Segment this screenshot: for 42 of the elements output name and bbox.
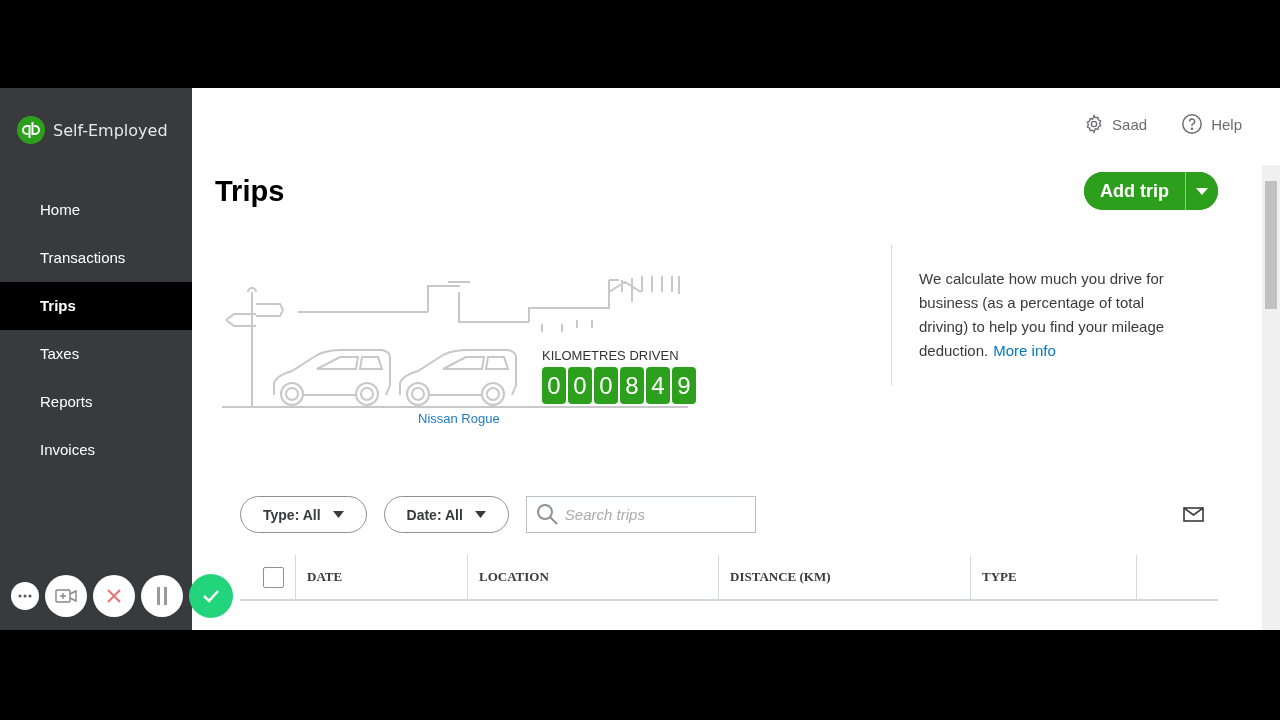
nav-item[interactable]: Invoices — [0, 426, 192, 474]
info-text: We calculate how much you drive for business (as a percentage of total driving) to help you find your mileage deduction. More info — [919, 269, 1166, 361]
mail-icon[interactable] — [1183, 507, 1204, 522]
filter-dropdown[interactable]: Date: All — [383, 496, 509, 533]
counter-digit: 8 — [620, 367, 644, 404]
caret-icon — [332, 511, 344, 518]
nav-item[interactable]: Taxes — [0, 330, 192, 378]
counter-digit: 9 — [672, 367, 696, 404]
counter-digit: 0 — [542, 367, 566, 404]
check-icon — [202, 589, 220, 603]
caret-icon — [474, 511, 486, 518]
more-info-link[interactable]: More info — [993, 342, 1056, 359]
counter-digit: 0 — [568, 367, 592, 404]
nav-item[interactable]: Trips — [0, 282, 192, 330]
page-title: Trips — [215, 174, 285, 208]
logo-icon — [17, 116, 45, 144]
help-link[interactable]: Help — [1181, 113, 1242, 135]
column-header: DATE — [295, 555, 467, 599]
pause-icon — [156, 587, 168, 605]
counter-digit: 0 — [594, 367, 618, 404]
more-icon — [18, 594, 32, 598]
caret-icon — [1196, 187, 1208, 195]
camera-icon — [55, 588, 77, 604]
vehicle-link[interactable]: Nissan Rogue — [418, 411, 500, 426]
select-all-checkbox[interactable] — [262, 566, 284, 588]
close-icon — [106, 588, 122, 604]
column-header: DISTANCE (KM) — [718, 555, 970, 599]
nav-item[interactable]: Reports — [0, 378, 192, 426]
column-header: LOCATION — [467, 555, 718, 599]
nav-item[interactable]: Transactions — [0, 234, 192, 282]
counter-label: KILOMETRES DRIVEN — [542, 348, 680, 363]
column-header: TYPE — [970, 555, 1137, 599]
brand-name: Self-Employed — [53, 120, 168, 140]
search-icon — [535, 503, 558, 525]
help-icon — [1181, 113, 1204, 135]
nav-item[interactable]: Home — [0, 186, 192, 234]
filter-dropdown[interactable]: Type: All — [240, 496, 367, 533]
search-field[interactable]: Search trips — [525, 496, 756, 533]
scrollbar[interactable] — [1262, 165, 1280, 630]
user-link[interactable]: Saad — [1084, 114, 1148, 134]
add-options-button[interactable] — [1185, 172, 1218, 210]
counter-digit: 4 — [646, 367, 670, 404]
